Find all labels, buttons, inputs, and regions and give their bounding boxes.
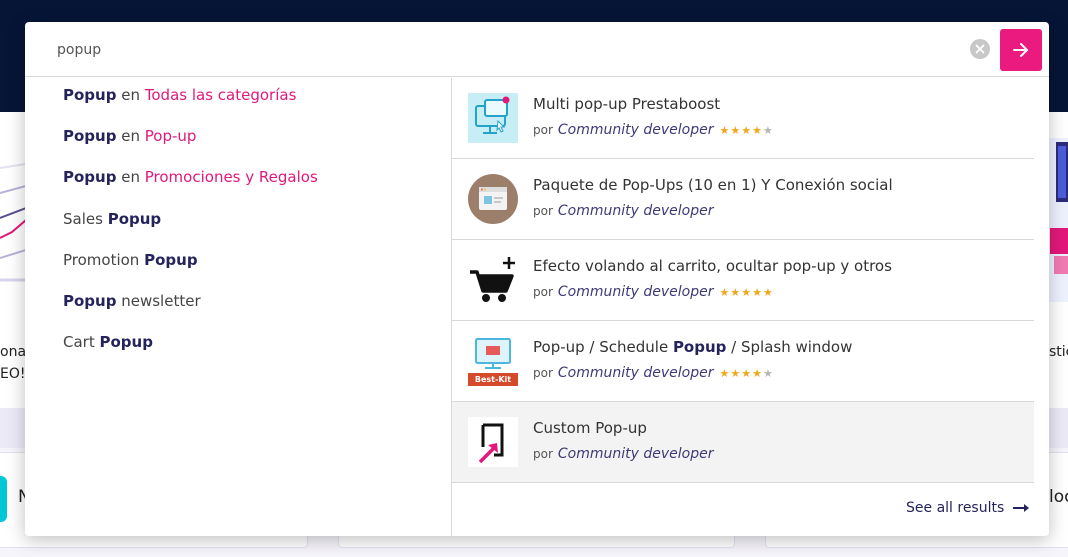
result-developer[interactable]: Community developer — [558, 365, 714, 381]
see-all-results-link[interactable]: See all results — [906, 500, 1030, 516]
suggestion-item[interactable]: Cart Popup — [63, 333, 153, 355]
popup-arrow-icon — [468, 417, 518, 467]
result-title-part: / Splash window — [726, 338, 853, 356]
bg-card-icon — [0, 476, 7, 522]
result-item[interactable]: Best-Kit Pop-up / Schedule Popup / Splas… — [452, 321, 1034, 402]
suggestion-item[interactable]: Popup newsletter — [63, 292, 201, 314]
result-meta: por Community developer ★★★★★ — [533, 122, 774, 138]
suggestion-keyword: Popup — [63, 292, 117, 310]
suggestion-prefix: Sales — [63, 210, 103, 228]
suggestion-keyword: Popup — [63, 86, 117, 104]
suggestion-prefix: Cart — [63, 333, 95, 351]
thumb-label: Best-Kit — [474, 375, 512, 384]
result-item[interactable]: Paquete de Pop-Ups (10 en 1) Y Conexión … — [452, 159, 1034, 240]
suggestion-category: Promociones y Regalos — [144, 168, 318, 186]
suggestion-keyword: Popup — [99, 333, 153, 351]
search-submit-button[interactable] — [1000, 29, 1042, 71]
suggestion-keyword: Popup — [63, 168, 117, 186]
result-title: Pop-up / Schedule Popup / Splash window — [533, 338, 852, 356]
result-developer[interactable]: Community developer — [558, 122, 714, 138]
long-arrow-right-icon — [1013, 504, 1030, 512]
result-by: por — [533, 447, 553, 461]
bg-card-title: loc — [1049, 487, 1068, 507]
result-by: por — [533, 204, 553, 218]
suggestion-keyword: Popup — [107, 210, 162, 228]
suggestion-prefix: Promotion — [63, 251, 140, 269]
result-title: Custom Pop-up — [533, 419, 647, 437]
result-by: por — [533, 366, 553, 380]
suggestion-list: Popup en Todas las categorías Popup en P… — [25, 78, 452, 536]
arrow-right-icon — [1013, 43, 1028, 57]
result-meta: por Community developer ★★★★★ — [533, 284, 774, 300]
result-item[interactable]: Custom Pop-up por Community developer — [452, 402, 1034, 483]
result-meta: por Community developer ★★★★★ — [533, 365, 774, 381]
result-developer[interactable]: Community developer — [558, 446, 714, 462]
suggestion-keyword: Popup — [63, 127, 117, 145]
monitor-popup-icon — [468, 93, 518, 143]
result-title: Paquete de Pop-Ups (10 en 1) Y Conexión … — [533, 176, 893, 194]
suggestion-item[interactable]: Sales Popup — [63, 210, 161, 232]
suggestion-category: Todas las categorías — [144, 86, 297, 104]
isometric-illustration — [1048, 138, 1068, 302]
result-item[interactable]: Efecto volando al carrito, ocultar pop-u… — [452, 240, 1034, 321]
chart-illustration — [0, 148, 26, 288]
clear-icon — [975, 44, 985, 54]
result-title: Multi pop-up Prestaboost — [533, 95, 721, 113]
suggestion-item[interactable]: Popup en Pop-up — [63, 127, 196, 149]
bestkit-monitor-icon: Best-Kit — [468, 336, 518, 386]
clear-search-button[interactable] — [970, 39, 990, 59]
suggestion-item[interactable]: Popup en Todas las categorías — [63, 86, 296, 108]
bg-text-fragment: stic — [1049, 344, 1068, 360]
result-meta: por Community developer — [533, 446, 714, 462]
search-input[interactable] — [57, 36, 957, 64]
rating-stars: ★★★★★ — [719, 123, 774, 137]
suggestion-item[interactable]: Promotion Popup — [63, 251, 198, 273]
result-meta: por Community developer — [533, 203, 714, 219]
suggestion-keyword: Popup — [144, 251, 198, 269]
search-bar — [25, 22, 1049, 77]
suggestion-connector: en — [121, 127, 140, 145]
suggestion-item[interactable]: Popup en Promociones y Regalos — [63, 168, 318, 190]
cart-plus-icon — [468, 255, 518, 305]
result-by: por — [533, 285, 553, 299]
result-developer[interactable]: Community developer — [558, 203, 714, 219]
suggestion-connector: en — [121, 86, 140, 104]
result-item[interactable]: Multi pop-up Prestaboost por Community d… — [452, 78, 1034, 159]
suggestion-connector: en — [121, 168, 140, 186]
result-by: por — [533, 123, 553, 137]
rating-stars: ★★★★★ — [719, 285, 774, 299]
see-all-label: See all results — [906, 500, 1005, 516]
browser-window-icon — [468, 174, 518, 224]
rating-stars: ★★★★★ — [719, 366, 774, 380]
search-popup: Popup en Todas las categorías Popup en P… — [25, 22, 1049, 536]
suggestion-suffix: newsletter — [121, 292, 201, 310]
result-title-part: Pop-up / Schedule — [533, 338, 673, 356]
suggestion-category: Pop-up — [144, 127, 197, 145]
result-developer[interactable]: Community developer — [558, 284, 714, 300]
result-title: Efecto volando al carrito, ocultar pop-u… — [533, 257, 892, 275]
result-title-keyword: Popup — [672, 338, 727, 356]
bg-text-fragment: EO! — [0, 366, 26, 382]
